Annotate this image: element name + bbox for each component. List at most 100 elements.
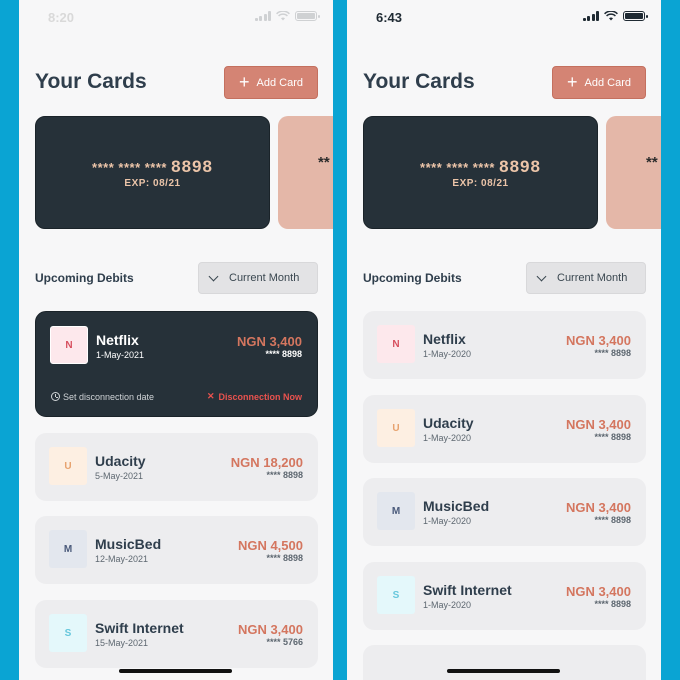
add-card-label: Add Card	[584, 76, 631, 89]
merchant-name: MusicBed	[95, 536, 162, 552]
debit-item-musicbed[interactable]: M MusicBed 1-May-2020 NGN 3,400 **** 889…	[363, 478, 646, 546]
phone-screen-left: 8:20 Your Cards + Add Card **** **** ***…	[19, 0, 333, 680]
card-number: **** **** **** 8898	[36, 157, 269, 177]
month-filter-label: Current Month	[229, 272, 300, 284]
debit-date: 1-May-2020	[423, 349, 472, 359]
wifi-icon	[276, 11, 290, 21]
battery-icon	[295, 11, 320, 21]
section-title-upcoming-debits: Upcoming Debits	[363, 271, 462, 285]
bank-card[interactable]: **** **** **** 8898 EXP: 08/21	[35, 116, 270, 229]
add-card-label: Add Card	[256, 76, 303, 89]
status-time: 8:20	[48, 10, 75, 25]
merchant-logo: S	[49, 614, 87, 652]
page-title: Your Cards	[363, 70, 475, 93]
merchant-initial: M	[63, 543, 73, 555]
debit-item-netflix[interactable]: N Netflix 1-May-2020 NGN 3,400 **** 8898	[363, 311, 646, 379]
merchant-initial: S	[392, 589, 400, 601]
status-bar: 6:43	[347, 0, 661, 34]
debit-card-number: **** 8898	[594, 515, 631, 525]
merchant-name: Swift Internet	[95, 620, 184, 636]
chevron-down-icon	[536, 271, 547, 281]
debit-item-netflix[interactable]: N Netflix 1-May-2021 NGN 3,400 **** 8898…	[35, 311, 318, 417]
debit-card-number: **** 8898	[266, 470, 303, 480]
debit-date: 5-May-2021	[95, 471, 144, 481]
debit-card-number: **** 8898	[594, 348, 631, 358]
debit-amount: NGN 3,400	[237, 622, 303, 637]
bank-card-next[interactable]: **	[278, 116, 333, 229]
set-disconnection-date-button[interactable]: Set disconnection date	[51, 391, 154, 402]
debit-amount: NGN 18,200	[230, 455, 303, 470]
home-indicator[interactable]	[119, 669, 232, 673]
merchant-logo: U	[377, 409, 415, 447]
debit-date: 1-May-2020	[423, 516, 472, 526]
status-bar: 8:20	[19, 0, 333, 34]
month-filter-label: Current Month	[557, 272, 628, 284]
merchant-name: MusicBed	[423, 498, 490, 514]
debit-card-number: **** 5766	[266, 637, 303, 647]
merchant-initial: U	[64, 460, 72, 472]
card-number-peek: **	[318, 154, 330, 171]
debit-card-number: **** 8898	[266, 553, 303, 563]
phone-screen-right: 6:43 Your Cards + Add Card **** **** ***…	[347, 0, 661, 680]
plus-icon: +	[567, 71, 578, 92]
card-number-masked: **** **** ****	[420, 160, 495, 175]
debit-item-musicbed[interactable]: M MusicBed 12-May-2021 NGN 4,500 **** 88…	[35, 516, 318, 584]
merchant-logo: M	[377, 492, 415, 530]
merchant-initial: S	[64, 627, 72, 639]
merchant-name: Udacity	[423, 415, 474, 431]
card-expiry: EXP: 08/21	[452, 178, 509, 189]
merchant-logo: M	[49, 530, 87, 568]
debit-card-number: **** 8898	[594, 599, 631, 609]
merchant-initial: N	[65, 339, 73, 351]
debit-amount: NGN 3,400	[565, 333, 631, 348]
status-icons	[582, 11, 648, 21]
signal-icon	[582, 11, 599, 21]
debit-actions: Set disconnection date ✕ Disconnection N…	[51, 391, 302, 402]
merchant-logo: S	[377, 576, 415, 614]
card-number-peek: **	[646, 154, 658, 171]
status-icons	[254, 11, 320, 21]
chevron-down-icon	[208, 271, 219, 281]
debit-amount: NGN 3,400	[565, 417, 631, 432]
merchant-logo: N	[50, 326, 88, 364]
debit-amount: NGN 3,400	[565, 584, 631, 599]
debit-item-udacity[interactable]: U Udacity 1-May-2020 NGN 3,400 **** 8898	[363, 395, 646, 463]
debit-date: 1-May-2021	[96, 350, 145, 360]
merchant-logo: U	[49, 447, 87, 485]
disconnect-now-label: Disconnection Now	[218, 391, 302, 402]
clock-icon	[51, 392, 60, 401]
merchant-name: Udacity	[95, 453, 146, 469]
card-last4: 8898	[499, 157, 541, 176]
card-number: **** **** **** 8898	[364, 157, 597, 177]
signal-icon	[254, 11, 271, 21]
merchant-name: Netflix	[96, 332, 139, 348]
month-filter-dropdown[interactable]: Current Month	[526, 262, 646, 294]
card-expiry: EXP: 08/21	[124, 178, 181, 189]
add-card-button[interactable]: + Add Card	[224, 66, 318, 99]
month-filter-dropdown[interactable]: Current Month	[198, 262, 318, 294]
debit-item-partial[interactable]	[363, 645, 646, 680]
debit-amount: NGN 4,500	[237, 538, 303, 553]
disconnect-now-button[interactable]: ✕ Disconnection Now	[207, 391, 302, 402]
card-number-masked: **** **** ****	[92, 160, 167, 175]
debit-item-udacity[interactable]: U Udacity 5-May-2021 NGN 18,200 **** 889…	[35, 433, 318, 501]
debit-item-swift-internet[interactable]: S Swift Internet 1-May-2020 NGN 3,400 **…	[363, 562, 646, 630]
merchant-initial: M	[391, 505, 401, 517]
section-title-upcoming-debits: Upcoming Debits	[35, 271, 134, 285]
debit-card-number: **** 8898	[265, 349, 302, 359]
merchant-name: Swift Internet	[423, 582, 512, 598]
bank-card[interactable]: **** **** **** 8898 EXP: 08/21	[363, 116, 598, 229]
status-time: 6:43	[376, 10, 403, 25]
debit-item-swift-internet[interactable]: S Swift Internet 15-May-2021 NGN 3,400 *…	[35, 600, 318, 668]
page-title: Your Cards	[35, 70, 147, 93]
bank-card-next[interactable]: **	[606, 116, 661, 229]
merchant-logo: N	[377, 325, 415, 363]
set-disconnection-date-label: Set disconnection date	[63, 391, 155, 402]
debit-amount: NGN 3,400	[236, 334, 302, 349]
debit-date: 1-May-2020	[423, 600, 472, 610]
add-card-button[interactable]: + Add Card	[552, 66, 646, 99]
wifi-icon	[604, 11, 618, 21]
debit-card-number: **** 8898	[594, 432, 631, 442]
home-indicator[interactable]	[447, 669, 560, 673]
merchant-initial: U	[392, 422, 400, 434]
